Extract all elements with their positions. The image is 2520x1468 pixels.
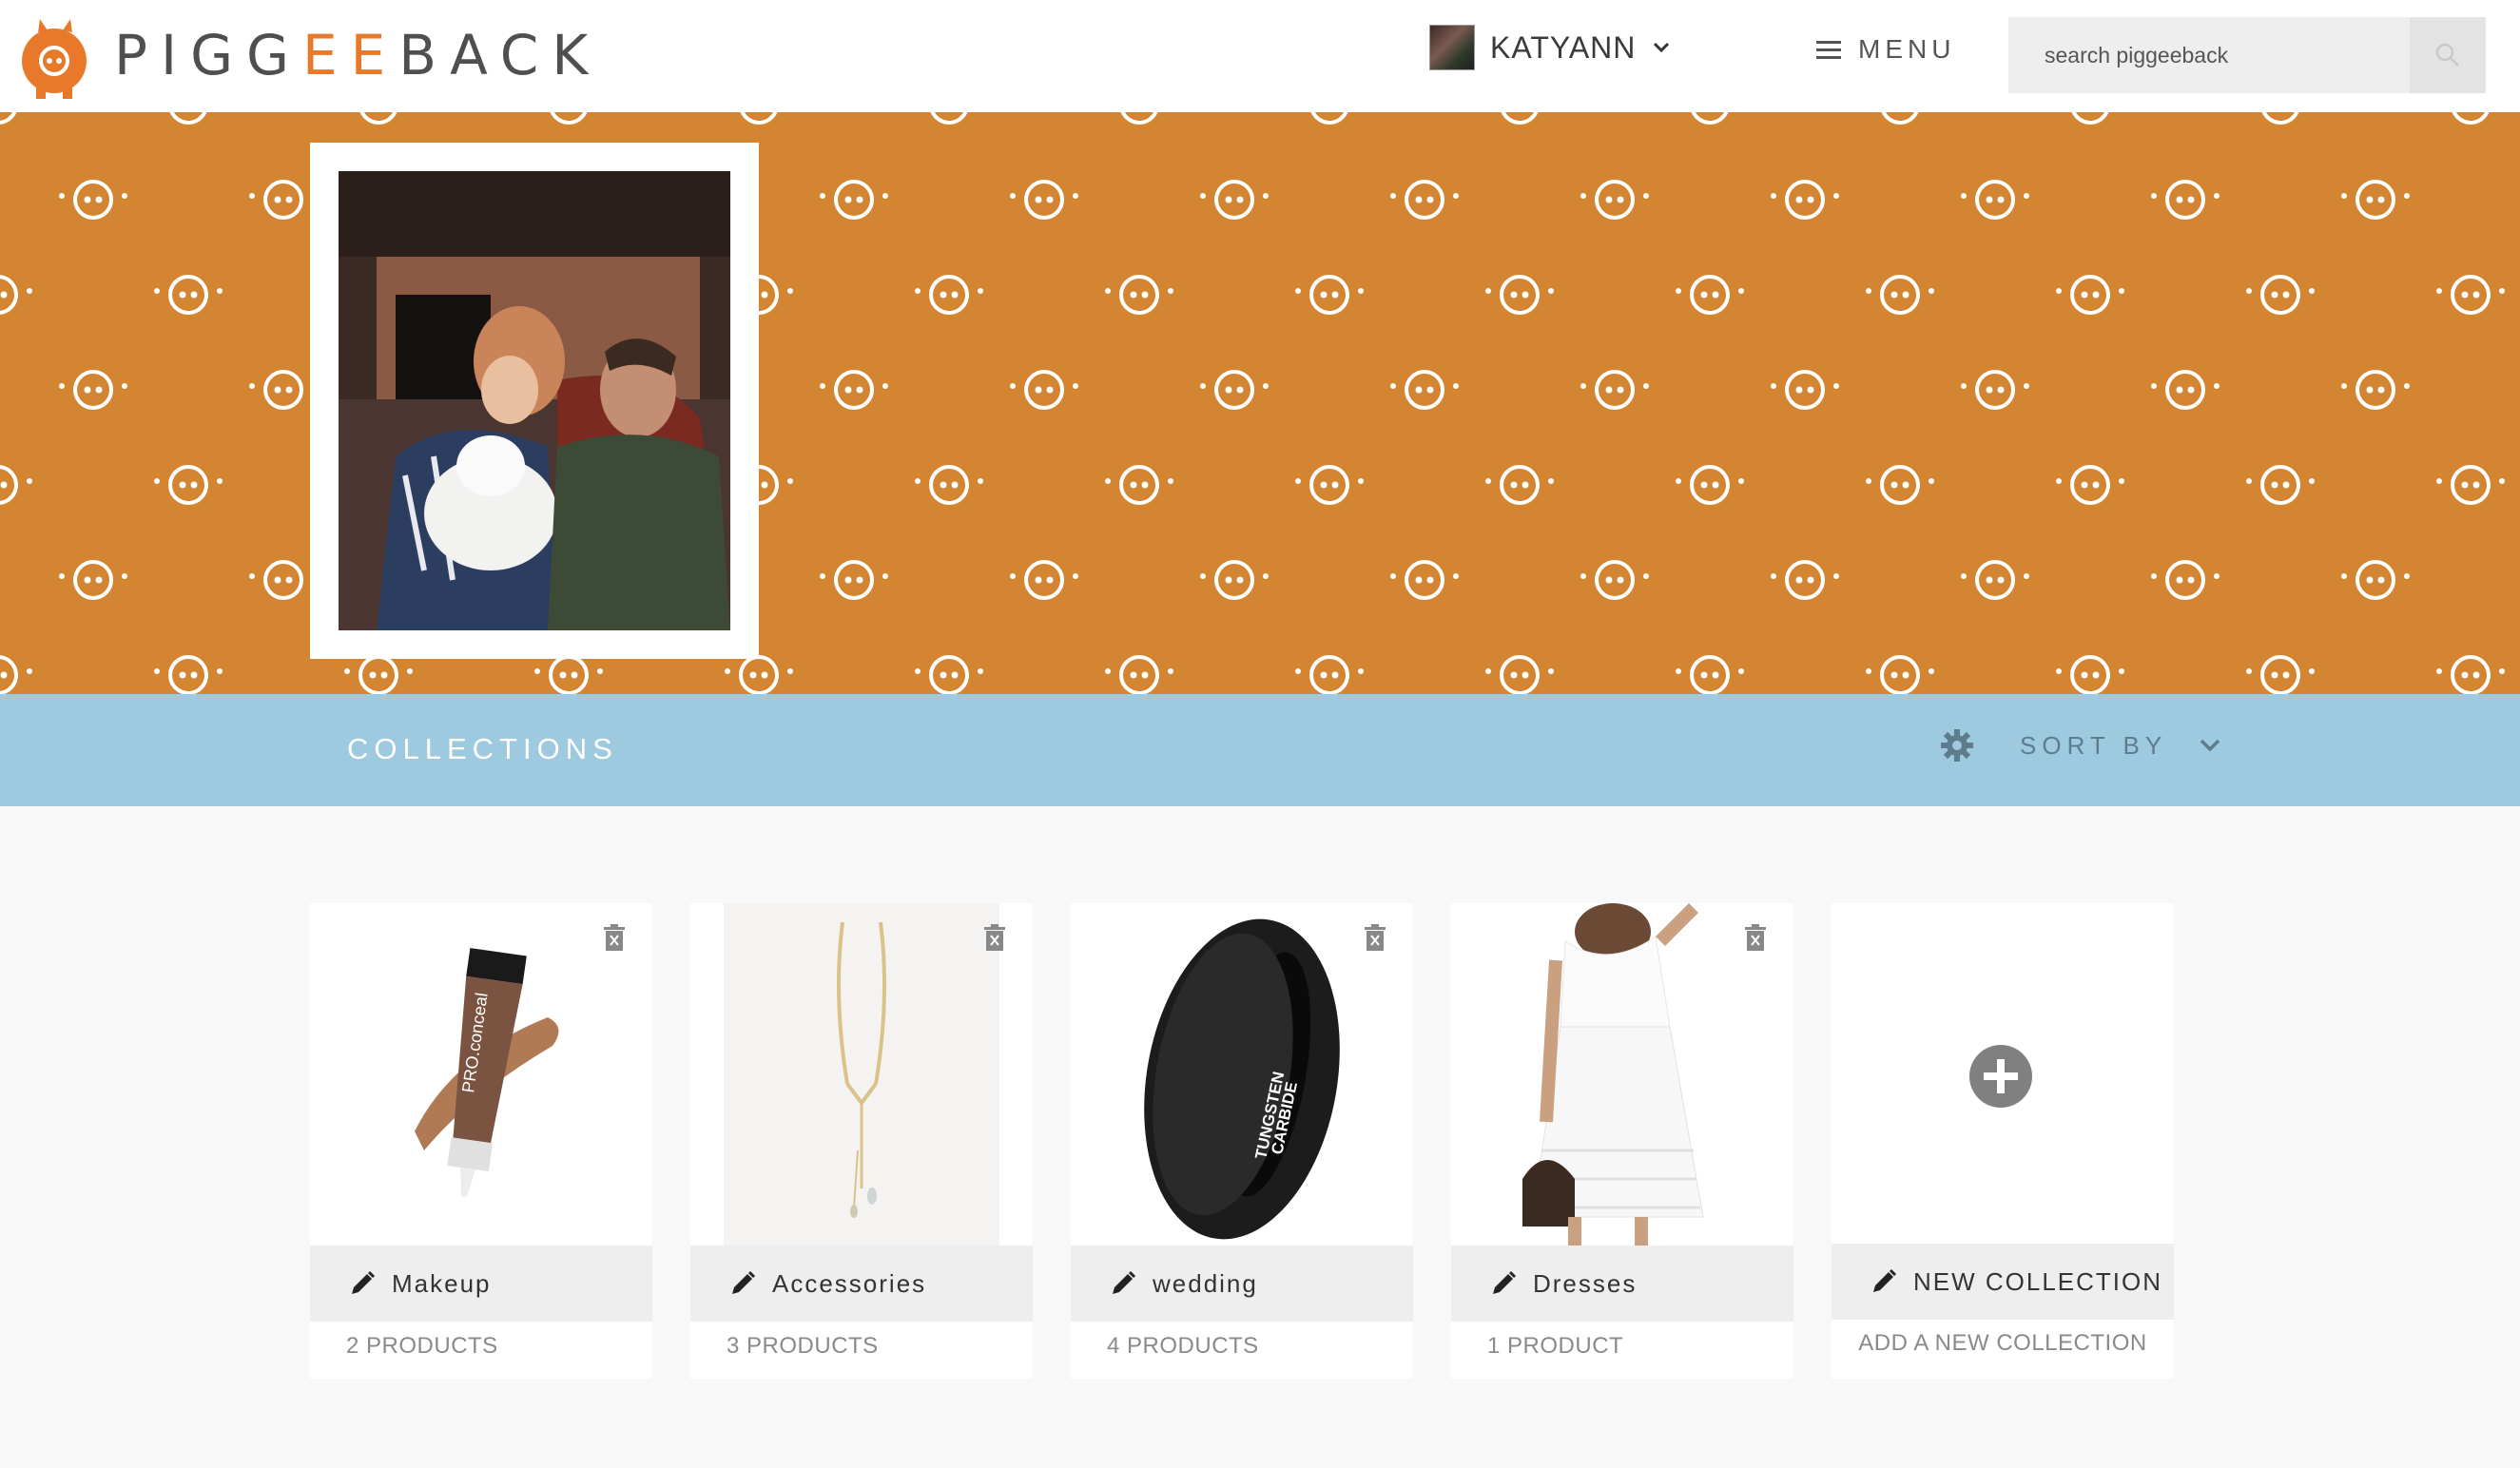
trash-icon[interactable] (1364, 924, 1386, 953)
collection-name: wedding (1153, 1268, 1258, 1298)
pencil-icon[interactable] (728, 1269, 757, 1298)
new-collection-name-row[interactable]: NEW COLLECTION (1832, 1244, 2174, 1320)
add-new-collection-link[interactable]: ADD A NEW COLLECTION (1832, 1330, 2174, 1357)
pencil-icon[interactable] (1489, 1269, 1518, 1298)
collection-card[interactable]: Accessories 3 PRODUCTS (690, 903, 1033, 1379)
menu-label: MENU (1858, 34, 1956, 64)
pencil-icon[interactable] (1870, 1267, 1898, 1296)
collection-thumbnail[interactable]: TUNGSTEN CARBIDE (1071, 903, 1413, 1246)
user-avatar (1429, 25, 1475, 70)
plus-circle-icon[interactable] (1968, 1044, 2033, 1109)
collection-product-count: 1 PRODUCT (1487, 1333, 1624, 1359)
collection-name: Makeup (392, 1268, 492, 1298)
sort-by-dropdown[interactable]: SORT BY (1940, 728, 2224, 763)
profile-photo (339, 171, 730, 630)
collection-product-count: 4 PRODUCTS (1107, 1333, 1259, 1359)
chevron-down-icon (2200, 739, 2220, 752)
collection-name-row[interactable]: wedding (1071, 1246, 1413, 1322)
search-button[interactable] (2410, 17, 2486, 93)
trash-icon[interactable] (603, 924, 626, 953)
collections-title: COLLECTIONS (347, 732, 618, 765)
user-menu[interactable]: KATYANN (1429, 25, 1674, 70)
user-name: KATYANN (1490, 29, 1637, 65)
collection-name: Accessories (772, 1268, 927, 1298)
sort-by-label: SORT BY (2020, 730, 2168, 760)
collection-product-count: 2 PRODUCTS (346, 1333, 498, 1359)
piggeeback-logo[interactable]: PIGGEEBACK (19, 11, 601, 99)
collection-name-row[interactable]: Makeup (310, 1246, 652, 1322)
top-header: PIGGEEBACK KATYANN MENU (0, 0, 2520, 112)
trash-icon[interactable] (1744, 924, 1767, 953)
pencil-icon[interactable] (1109, 1269, 1137, 1298)
trash-icon[interactable] (983, 924, 1006, 953)
gear-icon[interactable] (1940, 728, 1974, 763)
new-collection-card[interactable]: NEW COLLECTION ADD A NEW COLLECTION (1832, 903, 2174, 1379)
chevron-down-icon (1654, 42, 1670, 53)
search-icon (2435, 43, 2459, 67)
collection-card[interactable]: Dresses 1 PRODUCT (1451, 903, 1793, 1379)
collection-thumbnail[interactable] (1451, 903, 1793, 1246)
profile-banner (0, 112, 2520, 694)
search-input[interactable] (2008, 17, 2408, 93)
collection-product-count: 3 PRODUCTS (727, 1333, 879, 1359)
new-collection-label: NEW COLLECTION (1913, 1266, 2163, 1296)
hamburger-icon (1816, 41, 1841, 59)
collection-thumbnail[interactable]: PRO.conceal (310, 903, 652, 1246)
logo-wordmark: PIGGEEBACK (114, 23, 602, 87)
pencil-icon[interactable] (348, 1269, 377, 1298)
pig-logo-icon (22, 19, 87, 99)
collection-card[interactable]: PRO.conceal Makeup 2 PRODUCTS (310, 903, 652, 1379)
collection-name: Dresses (1533, 1268, 1638, 1298)
collection-card[interactable]: TUNGSTEN CARBIDE wedding 4 PRODUCTS (1071, 903, 1413, 1379)
search-box (2008, 17, 2486, 93)
collection-name-row[interactable]: Dresses (1451, 1246, 1793, 1322)
menu-button[interactable]: MENU (1814, 34, 1955, 65)
collection-thumbnail[interactable] (690, 903, 1033, 1246)
collections-bar: COLLECTIONS SORT BY (0, 694, 2520, 806)
profile-photo-frame[interactable] (310, 143, 759, 659)
collection-name-row[interactable]: Accessories (690, 1246, 1033, 1322)
